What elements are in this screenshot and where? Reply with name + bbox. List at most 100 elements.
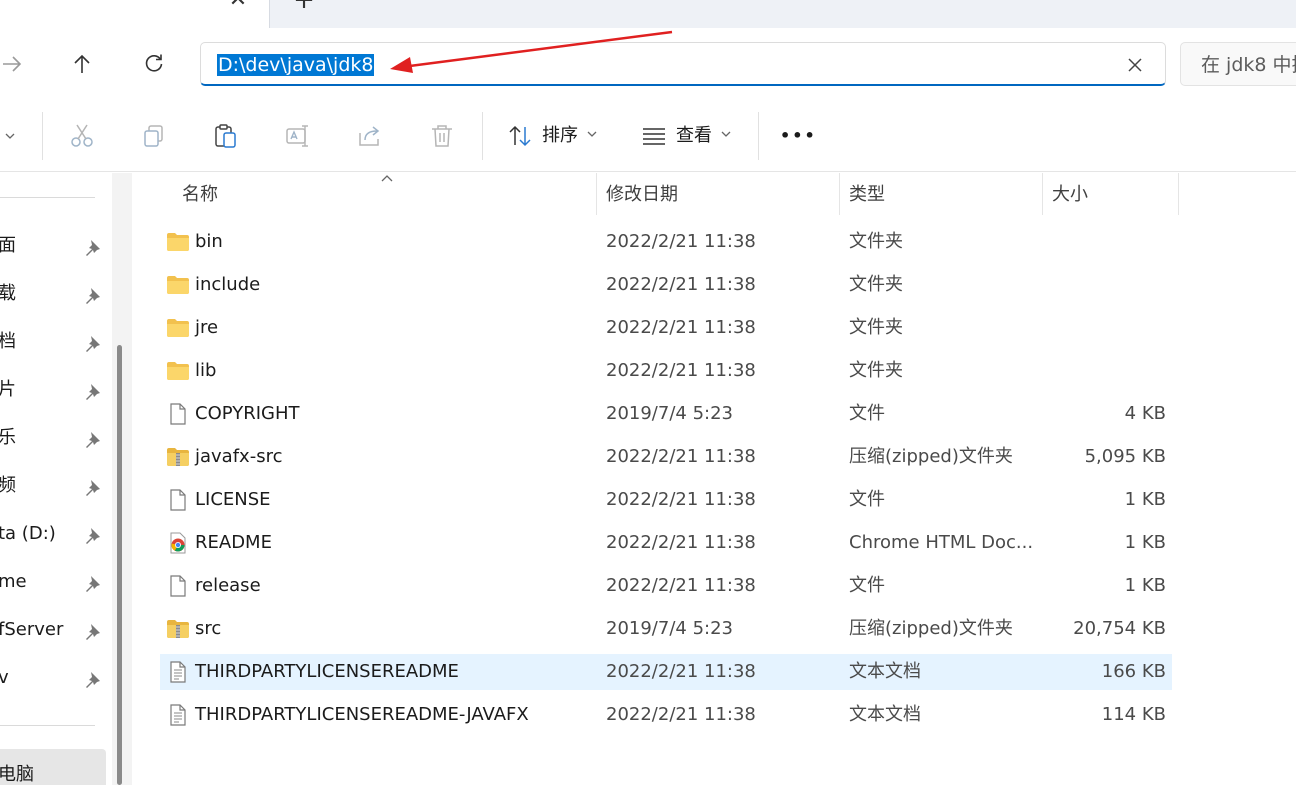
sidebar-scrollbar-thumb[interactable] xyxy=(117,345,122,785)
separator xyxy=(42,112,43,160)
table-row[interactable]: release 2022/2/21 11:38 文件 1 KB xyxy=(160,568,1172,604)
table-row[interactable]: jre 2022/2/21 11:38 文件夹 xyxy=(160,310,1172,346)
file-size: 1 KB xyxy=(1124,575,1166,596)
folder-icon xyxy=(166,274,190,296)
file-icon xyxy=(166,575,190,597)
sidebar-item[interactable]: ta (D:) xyxy=(0,514,108,554)
sort-button-label[interactable]: 排序 xyxy=(542,124,578,148)
file-name[interactable]: lib xyxy=(195,359,216,383)
sidebar-item-this-pc[interactable]: 电脑 xyxy=(0,749,106,785)
refresh-icon[interactable] xyxy=(136,46,172,82)
file-name[interactable]: bin xyxy=(195,230,223,254)
paste-icon[interactable] xyxy=(212,122,240,150)
arrow-up-icon[interactable] xyxy=(64,46,100,82)
sidebar-item[interactable]: 乐 xyxy=(0,418,108,458)
column-divider[interactable] xyxy=(596,173,597,215)
table-row[interactable]: src 2019/7/4 5:23 压缩(zipped)文件夹 20,754 KB xyxy=(160,611,1172,647)
search-box[interactable]: 在 jdk8 中搜 xyxy=(1180,42,1296,86)
file-name[interactable]: include xyxy=(195,273,260,297)
sidebar-item-label: 载 xyxy=(0,283,16,304)
pin-icon xyxy=(86,336,100,352)
table-row[interactable]: bin 2022/2/21 11:38 文件夹 xyxy=(160,224,1172,260)
sidebar-scrollbar[interactable] xyxy=(112,173,132,785)
file-name[interactable]: jre xyxy=(195,316,218,340)
share-icon[interactable] xyxy=(356,122,384,150)
sidebar-item-label: 乐 xyxy=(0,427,16,448)
table-row[interactable]: lib 2022/2/21 11:38 文件夹 xyxy=(160,353,1172,389)
table-row[interactable]: README 2022/2/21 11:38 Chrome HTML Doc... 1… xyxy=(160,525,1172,561)
sidebar-item-label: me xyxy=(0,571,27,592)
new-tab-button[interactable]: + xyxy=(290,0,318,14)
table-row[interactable]: THIRDPARTYLICENSEREADME-JAVAFX 2022/2/21 … xyxy=(160,697,1172,733)
file-name[interactable]: README xyxy=(195,531,272,555)
column-header-type[interactable]: 类型 xyxy=(849,173,885,217)
sidebar-item[interactable]: fServer xyxy=(0,610,108,650)
sort-icon[interactable] xyxy=(506,122,534,150)
table-row[interactable]: javafx-src 2022/2/21 11:38 压缩(zipped)文件夹 5,… xyxy=(160,439,1172,475)
sidebar-item[interactable]: me xyxy=(0,562,108,602)
pin-icon xyxy=(86,480,100,496)
table-row[interactable]: include 2022/2/21 11:38 文件夹 xyxy=(160,267,1172,303)
sidebar-item[interactable]: 档 xyxy=(0,322,108,362)
file-name[interactable]: LICENSE xyxy=(195,488,271,512)
file-size: 1 KB xyxy=(1124,489,1166,510)
sidebar-item[interactable]: 面 xyxy=(0,226,108,266)
delete-icon[interactable] xyxy=(428,122,456,150)
chevron-down-icon[interactable] xyxy=(586,128,598,140)
file-type: 文件夹 xyxy=(849,231,903,252)
file-date: 2019/7/4 5:23 xyxy=(606,403,733,424)
cut-icon[interactable] xyxy=(68,122,96,150)
file-date: 2022/2/21 11:38 xyxy=(606,704,756,725)
column-header-name[interactable]: 名称 xyxy=(182,173,218,217)
file-name[interactable]: src xyxy=(195,617,221,641)
address-path[interactable]: D:\dev\java\jdk8 xyxy=(217,54,375,76)
rename-icon[interactable] xyxy=(284,122,312,150)
chevron-down-icon[interactable] xyxy=(4,130,16,142)
sidebar-item[interactable]: 片 xyxy=(0,370,108,410)
pin-icon xyxy=(86,672,100,688)
file-icon xyxy=(166,489,190,511)
pin-icon xyxy=(86,624,100,640)
more-options-icon[interactable]: ••• xyxy=(780,124,817,148)
file-date: 2019/7/4 5:23 xyxy=(606,618,733,639)
file-name[interactable]: COPYRIGHT xyxy=(195,402,299,426)
sidebar-item-label: fServer xyxy=(0,619,64,640)
column-divider[interactable] xyxy=(1178,173,1179,215)
close-tab-icon[interactable]: ✕ xyxy=(226,0,250,12)
column-divider[interactable] xyxy=(839,173,840,215)
sidebar-item[interactable]: v xyxy=(0,658,108,698)
address-bar[interactable]: D:\dev\java\jdk8 xyxy=(200,42,1166,86)
file-type: 文本文档 xyxy=(849,704,921,725)
column-header-date[interactable]: 修改日期 xyxy=(606,173,678,217)
chevron-down-icon[interactable] xyxy=(720,128,732,140)
file-name[interactable]: release xyxy=(195,574,261,598)
column-header-size[interactable]: 大小 xyxy=(1052,173,1088,217)
table-row[interactable]: COPYRIGHT 2019/7/4 5:23 文件 4 KB xyxy=(160,396,1172,432)
sidebar-item-label: 档 xyxy=(0,331,16,352)
file-size: 20,754 KB xyxy=(1073,618,1166,639)
file-type: 文本文档 xyxy=(849,661,921,682)
folder-icon xyxy=(166,317,190,339)
active-tab[interactable]: ✕ xyxy=(0,0,270,28)
close-icon[interactable] xyxy=(1123,53,1147,77)
file-list: 名称 修改日期 类型 大小 bin 2022/2/21 11:38 文件夹 inclu… xyxy=(132,173,1296,785)
table-row[interactable]: LICENSE 2022/2/21 11:38 文件 1 KB xyxy=(160,482,1172,518)
file-name[interactable]: javafx-src xyxy=(195,445,282,469)
sidebar-item[interactable]: 载 xyxy=(0,274,108,314)
column-divider[interactable] xyxy=(1042,173,1043,215)
copy-icon[interactable] xyxy=(140,122,168,150)
view-button-label[interactable]: 查看 xyxy=(676,124,712,148)
sidebar-item[interactable]: 频 xyxy=(0,466,108,506)
view-icon[interactable] xyxy=(640,122,668,150)
file-date: 2022/2/21 11:38 xyxy=(606,532,756,553)
table-row[interactable]: THIRDPARTYLICENSEREADME 2022/2/21 11:38 文本… xyxy=(160,654,1172,690)
arrow-right-icon[interactable] xyxy=(0,46,30,82)
separator xyxy=(482,112,483,160)
tab-strip: ✕ + xyxy=(0,0,1296,28)
navigation-pane: 面 载 档 片 乐 频 ta (D:) me fServer v 电脑 xyxy=(0,173,132,785)
pin-icon xyxy=(86,240,100,256)
file-name[interactable]: THIRDPARTYLICENSEREADME-JAVAFX xyxy=(195,703,529,727)
file-name[interactable]: THIRDPARTYLICENSEREADME xyxy=(195,660,459,684)
file-date: 2022/2/21 11:38 xyxy=(606,317,756,338)
sidebar-item-label: v xyxy=(0,667,9,688)
